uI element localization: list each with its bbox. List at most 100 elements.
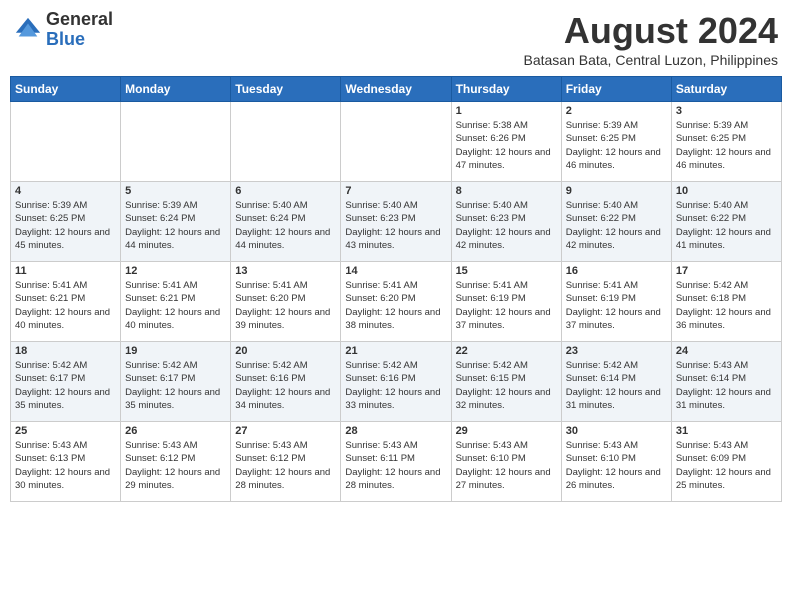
calendar-cell: 31 Sunrise: 5:43 AMSunset: 6:09 PMDaylig… — [671, 422, 781, 502]
calendar-cell: 16 Sunrise: 5:41 AMSunset: 6:19 PMDaylig… — [561, 262, 671, 342]
calendar-cell: 3 Sunrise: 5:39 AMSunset: 6:25 PMDayligh… — [671, 102, 781, 182]
day-info: Sunrise: 5:39 AMSunset: 6:25 PMDaylight:… — [676, 119, 777, 172]
day-info: Sunrise: 5:41 AMSunset: 6:20 PMDaylight:… — [345, 279, 446, 332]
day-info: Sunrise: 5:43 AMSunset: 6:11 PMDaylight:… — [345, 439, 446, 492]
calendar-cell: 6 Sunrise: 5:40 AMSunset: 6:24 PMDayligh… — [231, 182, 341, 262]
day-info: Sunrise: 5:41 AMSunset: 6:19 PMDaylight:… — [566, 279, 667, 332]
day-number: 30 — [566, 425, 667, 437]
weekday-header-wednesday: Wednesday — [341, 77, 451, 102]
day-number: 11 — [15, 265, 116, 277]
calendar-cell: 20 Sunrise: 5:42 AMSunset: 6:16 PMDaylig… — [231, 342, 341, 422]
day-info: Sunrise: 5:39 AMSunset: 6:25 PMDaylight:… — [566, 119, 667, 172]
day-number: 2 — [566, 105, 667, 117]
calendar-cell — [341, 102, 451, 182]
day-info: Sunrise: 5:42 AMSunset: 6:16 PMDaylight:… — [345, 359, 446, 412]
day-info: Sunrise: 5:40 AMSunset: 6:24 PMDaylight:… — [235, 199, 336, 252]
logo-blue: Blue — [46, 29, 85, 49]
day-number: 26 — [125, 425, 226, 437]
day-info: Sunrise: 5:40 AMSunset: 6:23 PMDaylight:… — [345, 199, 446, 252]
calendar-cell: 12 Sunrise: 5:41 AMSunset: 6:21 PMDaylig… — [121, 262, 231, 342]
day-number: 8 — [456, 185, 557, 197]
calendar-cell: 28 Sunrise: 5:43 AMSunset: 6:11 PMDaylig… — [341, 422, 451, 502]
day-number: 6 — [235, 185, 336, 197]
weekday-header-friday: Friday — [561, 77, 671, 102]
calendar-cell: 11 Sunrise: 5:41 AMSunset: 6:21 PMDaylig… — [11, 262, 121, 342]
calendar-cell: 25 Sunrise: 5:43 AMSunset: 6:13 PMDaylig… — [11, 422, 121, 502]
weekday-header-row: SundayMondayTuesdayWednesdayThursdayFrid… — [11, 77, 782, 102]
day-number: 7 — [345, 185, 446, 197]
logo-general: General — [46, 9, 113, 29]
calendar-table: SundayMondayTuesdayWednesdayThursdayFrid… — [10, 76, 782, 502]
day-info: Sunrise: 5:40 AMSunset: 6:22 PMDaylight:… — [566, 199, 667, 252]
day-info: Sunrise: 5:41 AMSunset: 6:19 PMDaylight:… — [456, 279, 557, 332]
location: Batasan Bata, Central Luzon, Philippines — [524, 52, 779, 68]
day-number: 20 — [235, 345, 336, 357]
day-number: 29 — [456, 425, 557, 437]
calendar-cell: 26 Sunrise: 5:43 AMSunset: 6:12 PMDaylig… — [121, 422, 231, 502]
day-number: 21 — [345, 345, 446, 357]
weekday-header-sunday: Sunday — [11, 77, 121, 102]
day-number: 28 — [345, 425, 446, 437]
day-info: Sunrise: 5:42 AMSunset: 6:17 PMDaylight:… — [125, 359, 226, 412]
calendar-cell: 2 Sunrise: 5:39 AMSunset: 6:25 PMDayligh… — [561, 102, 671, 182]
day-info: Sunrise: 5:43 AMSunset: 6:14 PMDaylight:… — [676, 359, 777, 412]
month-year: August 2024 — [524, 10, 779, 52]
calendar-cell — [11, 102, 121, 182]
calendar-cell — [231, 102, 341, 182]
day-number: 25 — [15, 425, 116, 437]
calendar-cell: 7 Sunrise: 5:40 AMSunset: 6:23 PMDayligh… — [341, 182, 451, 262]
calendar-cell: 23 Sunrise: 5:42 AMSunset: 6:14 PMDaylig… — [561, 342, 671, 422]
day-number: 9 — [566, 185, 667, 197]
weekday-header-saturday: Saturday — [671, 77, 781, 102]
calendar-cell: 1 Sunrise: 5:38 AMSunset: 6:26 PMDayligh… — [451, 102, 561, 182]
day-number: 24 — [676, 345, 777, 357]
day-number: 5 — [125, 185, 226, 197]
day-number: 1 — [456, 105, 557, 117]
calendar-cell: 22 Sunrise: 5:42 AMSunset: 6:15 PMDaylig… — [451, 342, 561, 422]
weekday-header-tuesday: Tuesday — [231, 77, 341, 102]
weekday-header-thursday: Thursday — [451, 77, 561, 102]
day-info: Sunrise: 5:41 AMSunset: 6:21 PMDaylight:… — [15, 279, 116, 332]
calendar-cell: 9 Sunrise: 5:40 AMSunset: 6:22 PMDayligh… — [561, 182, 671, 262]
calendar-cell: 30 Sunrise: 5:43 AMSunset: 6:10 PMDaylig… — [561, 422, 671, 502]
day-number: 18 — [15, 345, 116, 357]
day-info: Sunrise: 5:43 AMSunset: 6:09 PMDaylight:… — [676, 439, 777, 492]
calendar-cell: 29 Sunrise: 5:43 AMSunset: 6:10 PMDaylig… — [451, 422, 561, 502]
day-info: Sunrise: 5:43 AMSunset: 6:10 PMDaylight:… — [566, 439, 667, 492]
day-info: Sunrise: 5:43 AMSunset: 6:12 PMDaylight:… — [125, 439, 226, 492]
day-number: 10 — [676, 185, 777, 197]
day-number: 12 — [125, 265, 226, 277]
day-info: Sunrise: 5:40 AMSunset: 6:22 PMDaylight:… — [676, 199, 777, 252]
day-number: 15 — [456, 265, 557, 277]
day-number: 19 — [125, 345, 226, 357]
day-info: Sunrise: 5:42 AMSunset: 6:14 PMDaylight:… — [566, 359, 667, 412]
calendar-cell: 15 Sunrise: 5:41 AMSunset: 6:19 PMDaylig… — [451, 262, 561, 342]
day-number: 13 — [235, 265, 336, 277]
day-number: 23 — [566, 345, 667, 357]
day-number: 22 — [456, 345, 557, 357]
calendar-cell: 21 Sunrise: 5:42 AMSunset: 6:16 PMDaylig… — [341, 342, 451, 422]
calendar-week-row: 18 Sunrise: 5:42 AMSunset: 6:17 PMDaylig… — [11, 342, 782, 422]
day-number: 3 — [676, 105, 777, 117]
day-number: 27 — [235, 425, 336, 437]
calendar-cell: 24 Sunrise: 5:43 AMSunset: 6:14 PMDaylig… — [671, 342, 781, 422]
calendar-cell: 14 Sunrise: 5:41 AMSunset: 6:20 PMDaylig… — [341, 262, 451, 342]
calendar-cell: 5 Sunrise: 5:39 AMSunset: 6:24 PMDayligh… — [121, 182, 231, 262]
day-info: Sunrise: 5:41 AMSunset: 6:20 PMDaylight:… — [235, 279, 336, 332]
calendar-cell: 27 Sunrise: 5:43 AMSunset: 6:12 PMDaylig… — [231, 422, 341, 502]
calendar-cell: 13 Sunrise: 5:41 AMSunset: 6:20 PMDaylig… — [231, 262, 341, 342]
day-info: Sunrise: 5:42 AMSunset: 6:18 PMDaylight:… — [676, 279, 777, 332]
day-info: Sunrise: 5:40 AMSunset: 6:23 PMDaylight:… — [456, 199, 557, 252]
day-info: Sunrise: 5:39 AMSunset: 6:24 PMDaylight:… — [125, 199, 226, 252]
calendar-week-row: 1 Sunrise: 5:38 AMSunset: 6:26 PMDayligh… — [11, 102, 782, 182]
day-info: Sunrise: 5:43 AMSunset: 6:12 PMDaylight:… — [235, 439, 336, 492]
day-info: Sunrise: 5:43 AMSunset: 6:10 PMDaylight:… — [456, 439, 557, 492]
day-info: Sunrise: 5:38 AMSunset: 6:26 PMDaylight:… — [456, 119, 557, 172]
calendar-week-row: 25 Sunrise: 5:43 AMSunset: 6:13 PMDaylig… — [11, 422, 782, 502]
day-info: Sunrise: 5:41 AMSunset: 6:21 PMDaylight:… — [125, 279, 226, 332]
calendar-cell: 17 Sunrise: 5:42 AMSunset: 6:18 PMDaylig… — [671, 262, 781, 342]
calendar-cell: 8 Sunrise: 5:40 AMSunset: 6:23 PMDayligh… — [451, 182, 561, 262]
calendar-cell: 18 Sunrise: 5:42 AMSunset: 6:17 PMDaylig… — [11, 342, 121, 422]
calendar-cell: 19 Sunrise: 5:42 AMSunset: 6:17 PMDaylig… — [121, 342, 231, 422]
day-number: 14 — [345, 265, 446, 277]
